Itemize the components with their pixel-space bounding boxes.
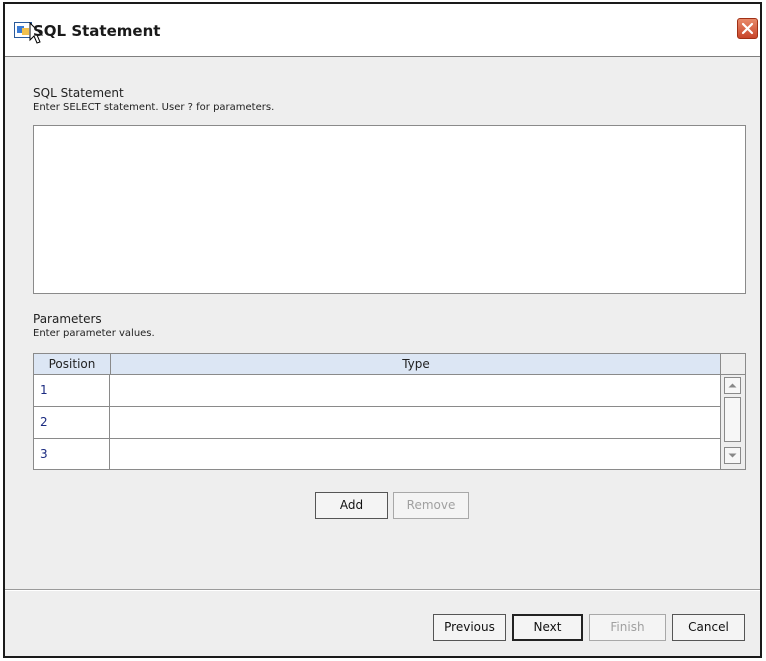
scroll-thumb[interactable] — [724, 397, 741, 442]
table-row[interactable]: 3 — [34, 439, 721, 470]
next-button[interactable]: Next — [512, 614, 583, 641]
table-row[interactable]: 1 — [34, 375, 721, 407]
previous-button[interactable]: Previous — [433, 614, 506, 641]
remove-parameter-button[interactable]: Remove — [393, 492, 469, 519]
dialog-window: SQL Statement SQL Statement Enter SELECT… — [3, 2, 762, 658]
parameters-section-title: Parameters — [33, 312, 102, 326]
type-cell[interactable] — [111, 439, 721, 470]
scroll-down-icon — [728, 453, 737, 458]
window-title: SQL Statement — [33, 22, 161, 40]
sql-statement-input[interactable] — [33, 125, 746, 294]
close-icon — [741, 22, 754, 35]
footer-separator — [5, 589, 760, 591]
position-cell[interactable]: 2 — [34, 407, 110, 438]
scroll-up-button[interactable] — [724, 377, 741, 394]
finish-button[interactable]: Finish — [589, 614, 666, 641]
type-cell[interactable] — [111, 375, 721, 406]
title-bar[interactable]: SQL Statement — [5, 4, 760, 57]
table-vertical-scrollbar[interactable] — [720, 375, 745, 469]
sql-section-title: SQL Statement — [33, 86, 124, 100]
column-header-type[interactable]: Type — [111, 354, 721, 374]
position-cell[interactable]: 3 — [34, 439, 110, 470]
sql-section-hint: Enter SELECT statement. User ? for param… — [33, 102, 275, 113]
close-button[interactable] — [737, 18, 758, 39]
table-row[interactable]: 2 — [34, 407, 721, 439]
position-cell[interactable]: 1 — [34, 375, 110, 406]
add-parameter-button[interactable]: Add — [315, 492, 388, 519]
table-corner — [720, 354, 745, 375]
type-cell[interactable] — [111, 407, 721, 438]
parameters-table: Position Type 1 2 3 — [33, 353, 746, 470]
parameters-section-hint: Enter parameter values. — [33, 328, 155, 339]
scroll-down-button[interactable] — [724, 447, 741, 464]
column-header-position[interactable]: Position — [34, 354, 111, 374]
table-header: Position Type — [34, 354, 721, 375]
scroll-up-icon — [728, 383, 737, 388]
cancel-button[interactable]: Cancel — [672, 614, 745, 641]
dialog-content: SQL Statement Enter SELECT statement. Us… — [5, 57, 760, 656]
